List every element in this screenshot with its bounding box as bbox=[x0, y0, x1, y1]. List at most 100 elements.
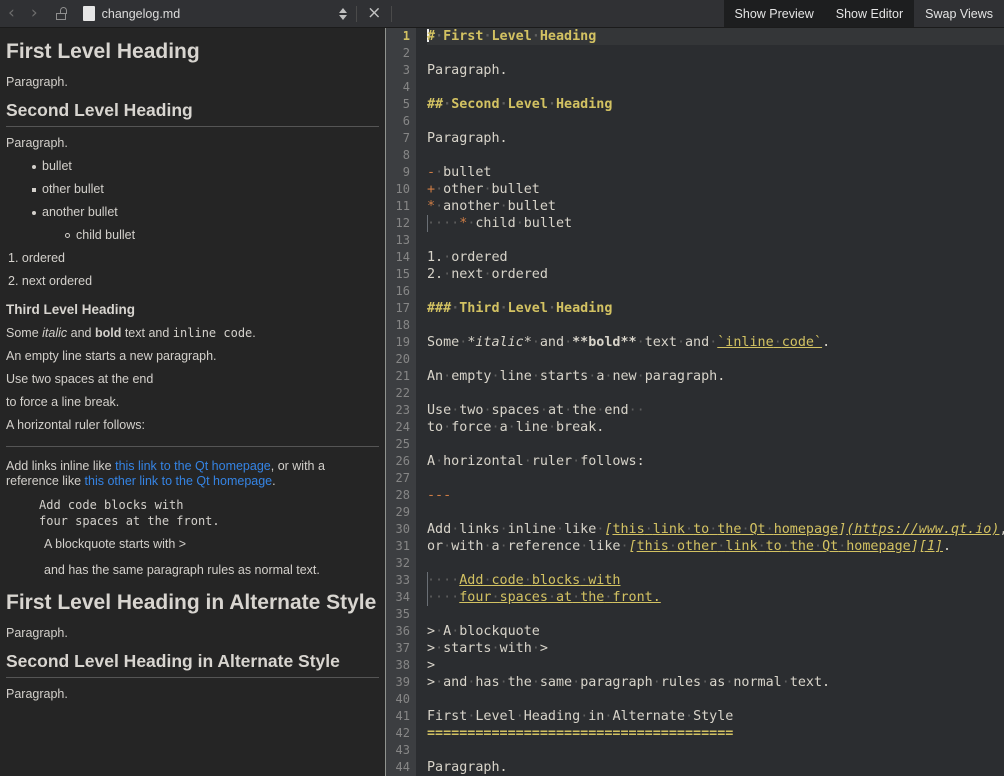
token: Add·code·blocks·with bbox=[459, 573, 620, 588]
whitespace-dots: · bbox=[604, 369, 612, 384]
editor-line[interactable]: ····four·spaces·at·the·front. bbox=[427, 589, 1004, 606]
token: * bbox=[427, 199, 435, 214]
list-item: other bullet bbox=[6, 182, 379, 197]
editor-line[interactable] bbox=[427, 351, 1004, 368]
editor-line[interactable]: > bbox=[427, 657, 1004, 674]
show-preview-button[interactable]: Show Preview bbox=[724, 0, 825, 27]
line-number: 2 bbox=[386, 45, 410, 62]
editor-line[interactable]: ····Add·code·blocks·with bbox=[427, 572, 1004, 589]
editor-line[interactable]: ###·Third·Level·Heading bbox=[427, 300, 1004, 317]
whitespace-dots: · bbox=[492, 641, 500, 656]
close-tab-icon[interactable]: × bbox=[357, 5, 391, 22]
editor-line[interactable]: 2.·next·ordered bbox=[427, 266, 1004, 283]
token: - bbox=[427, 165, 435, 180]
token: Paragraph. bbox=[427, 760, 508, 775]
editor-line[interactable] bbox=[427, 606, 1004, 623]
editor-line[interactable] bbox=[427, 436, 1004, 453]
whitespace-dots: ···· bbox=[427, 216, 459, 231]
editor-line[interactable] bbox=[427, 147, 1004, 164]
whitespace-dots: · bbox=[451, 522, 459, 537]
swap-views-button[interactable]: Swap Views bbox=[914, 0, 1004, 27]
editor-line[interactable]: First·Level·Heading·in·Alternate·Style bbox=[427, 708, 1004, 725]
line-number: 8 bbox=[386, 147, 410, 164]
whitespace-dots: · bbox=[637, 369, 645, 384]
editor-line[interactable] bbox=[427, 385, 1004, 402]
editor-line[interactable]: Add·links·inline·like·[this·link·to·the·… bbox=[427, 521, 1004, 538]
editor-line[interactable] bbox=[427, 232, 1004, 249]
token: ###·Third·Level·Heading bbox=[427, 301, 612, 316]
preview-heading-3: Third Level Heading bbox=[6, 302, 379, 317]
nav-back-icon[interactable]: ‹ bbox=[0, 5, 23, 22]
document-icon bbox=[83, 6, 95, 21]
editor-line[interactable]: Use·two·spaces·at·the·end·· bbox=[427, 402, 1004, 419]
whitespace-dots: · bbox=[685, 709, 693, 724]
preview-blockquote: A blockquote starts with >and has the sa… bbox=[44, 537, 379, 578]
whitespace-dots: · bbox=[766, 522, 774, 537]
whitespace-dots: · bbox=[572, 590, 580, 605]
editor-line[interactable]: -·bullet bbox=[427, 164, 1004, 181]
editor-line[interactable]: A·horizontal·ruler·follows: bbox=[427, 453, 1004, 470]
editor-line[interactable]: ====================================== bbox=[427, 725, 1004, 742]
editor-lines[interactable]: #·First·Level·Heading Paragraph. ##·Second… bbox=[416, 28, 1004, 776]
token: ·bullet bbox=[435, 165, 491, 180]
editor-line[interactable]: An·empty·line·starts·a·new·paragraph. bbox=[427, 368, 1004, 385]
whitespace-dots: · bbox=[492, 369, 500, 384]
editor-line[interactable] bbox=[427, 113, 1004, 130]
markdown-preview-pane[interactable]: First Level HeadingParagraph.Second Leve… bbox=[0, 28, 385, 776]
editor-line[interactable]: #·First·Level·Heading bbox=[427, 28, 1004, 45]
tab-title[interactable]: changelog.md bbox=[102, 7, 189, 21]
editor-line[interactable]: Some·*italic*·and·**bold**·text·and·`inl… bbox=[427, 334, 1004, 351]
editor-line[interactable]: >·and·has·the·same·paragraph·rules·as·no… bbox=[427, 674, 1004, 691]
unlock-icon[interactable] bbox=[54, 6, 69, 21]
editor-line[interactable]: Paragraph. bbox=[427, 130, 1004, 147]
editor-line[interactable]: Paragraph. bbox=[427, 62, 1004, 79]
token: Paragraph. bbox=[427, 63, 508, 78]
editor-line[interactable] bbox=[427, 742, 1004, 759]
line-number: 38 bbox=[386, 657, 410, 674]
preview-heading-1: First Level Heading in Alternate Style bbox=[6, 589, 379, 616]
token: *italic* bbox=[467, 335, 532, 350]
nav-forward-icon[interactable]: › bbox=[23, 5, 46, 22]
editor-line[interactable]: 1.·ordered bbox=[427, 249, 1004, 266]
editor-line[interactable]: --- bbox=[427, 487, 1004, 504]
show-editor-button[interactable]: Show Editor bbox=[825, 0, 914, 27]
line-number: 5 bbox=[386, 96, 410, 113]
token: ·and· bbox=[532, 335, 572, 350]
editor-line[interactable] bbox=[427, 45, 1004, 62]
token: ·other·bullet bbox=[435, 182, 540, 197]
editor-line[interactable]: Paragraph. bbox=[427, 759, 1004, 776]
editor-line[interactable] bbox=[427, 555, 1004, 572]
whitespace-dots: · bbox=[782, 675, 790, 690]
editor-line[interactable]: >·starts·with·> bbox=[427, 640, 1004, 657]
document-selector-icon[interactable] bbox=[330, 8, 356, 20]
editor-line[interactable] bbox=[427, 691, 1004, 708]
editor-line[interactable]: or·with·a·reference·like·[this·other·lin… bbox=[427, 538, 1004, 555]
editor-line[interactable]: +·other·bullet bbox=[427, 181, 1004, 198]
editor-line[interactable] bbox=[427, 79, 1004, 96]
line-number: 36 bbox=[386, 623, 410, 640]
markdown-editor-pane[interactable]: 1234567891011121314151617181920212223242… bbox=[385, 28, 1004, 776]
whitespace-dots: · bbox=[443, 97, 451, 112]
preview-link[interactable]: this link to the Qt homepage bbox=[115, 459, 271, 473]
preview-paragraph: to force a line break. bbox=[6, 395, 379, 410]
editor-line[interactable]: *·another·bullet bbox=[427, 198, 1004, 215]
whitespace-dots: · bbox=[532, 641, 540, 656]
editor-line[interactable]: ····*·child·bullet bbox=[427, 215, 1004, 232]
whitespace-dots: · bbox=[814, 539, 822, 554]
editor-line[interactable] bbox=[427, 283, 1004, 300]
editor-line[interactable] bbox=[427, 470, 1004, 487]
token: ·text·and· bbox=[637, 335, 718, 350]
token: An·empty·line·starts·a·new·paragraph. bbox=[427, 369, 725, 384]
editor-toolbar: ‹ › changelog.md × Show Preview bbox=[0, 0, 1004, 28]
whitespace-dots: · bbox=[564, 403, 572, 418]
markdown-editor-window: ‹ › changelog.md × Show Preview bbox=[0, 0, 1004, 776]
editor-line[interactable]: to·force·a·line·break. bbox=[427, 419, 1004, 436]
editor-line[interactable] bbox=[427, 504, 1004, 521]
editor-line[interactable]: ##·Second·Level·Heading bbox=[427, 96, 1004, 113]
editor-line[interactable]: >·A·blockquote bbox=[427, 623, 1004, 640]
editor-line[interactable] bbox=[427, 317, 1004, 334]
preview-heading-2: Second Level Heading in Alternate Style bbox=[6, 650, 379, 678]
blockquote-line: and has the same paragraph rules as norm… bbox=[44, 563, 379, 578]
preview-link[interactable]: this other link to the Qt homepage bbox=[85, 474, 273, 488]
token: ·child·bullet bbox=[467, 216, 572, 231]
